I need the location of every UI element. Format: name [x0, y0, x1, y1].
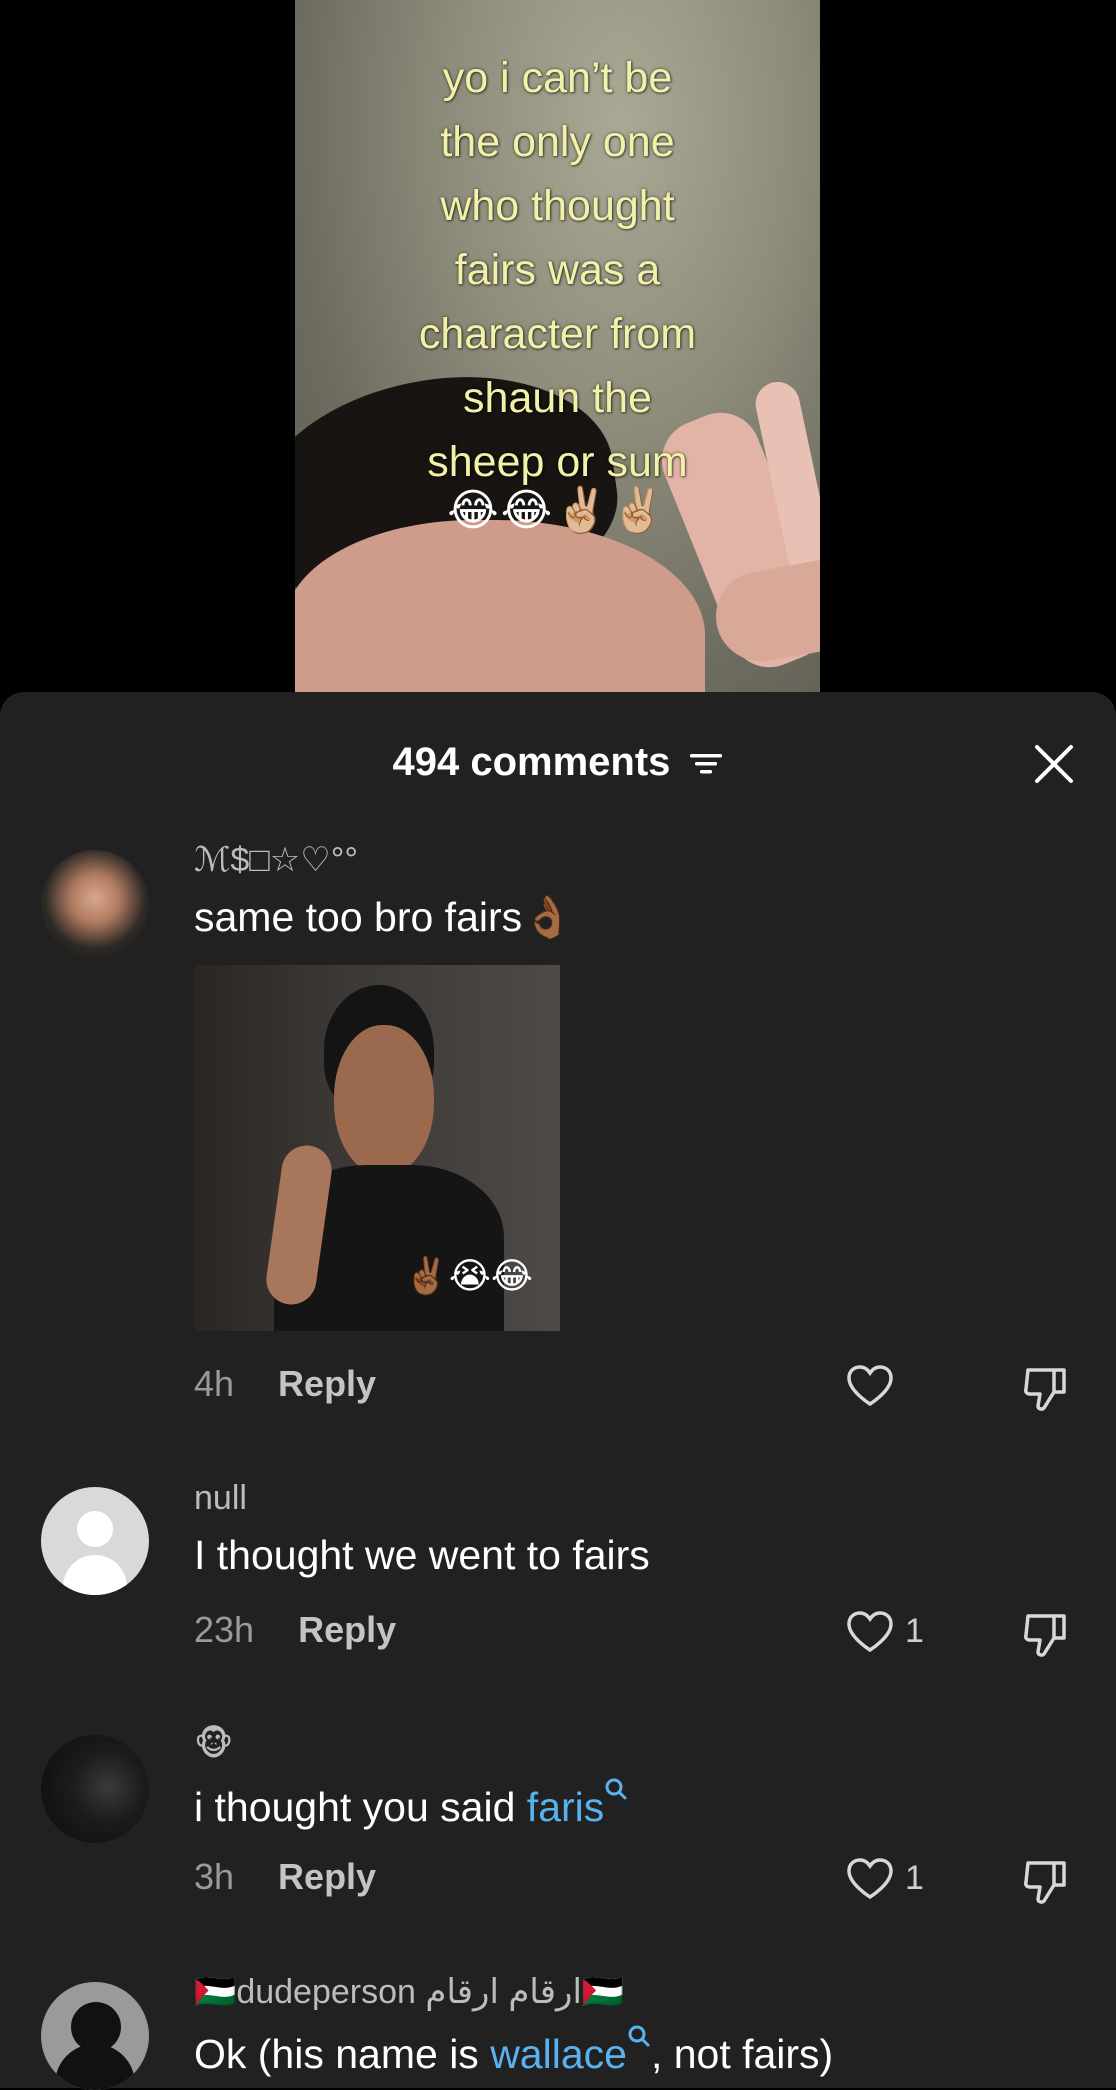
video-preview[interactable]: yo i can’t be the only one who thought f…	[295, 0, 820, 692]
comment-time: 3h	[194, 1856, 235, 1897]
reply-button[interactable]: Reply	[278, 1363, 376, 1404]
comment-text: same too bro fairs👌🏾	[194, 894, 574, 940]
comment-username[interactable]: 🐵	[194, 1724, 233, 1764]
dislike-icon[interactable]	[1020, 1362, 1072, 1414]
like-count: 1	[905, 1612, 924, 1650]
search-link[interactable]: faris	[527, 1784, 604, 1830]
like-count: 1	[905, 1859, 924, 1897]
like-button[interactable]: 1	[845, 1853, 965, 1903]
video-caption: yo i can’t be the only one who thought f…	[418, 54, 697, 486]
comment-time: 4h	[194, 1363, 235, 1404]
avatar-figure-body	[55, 2044, 135, 2090]
comment-time: 23h	[194, 1609, 255, 1650]
reply-button[interactable]: Reply	[298, 1609, 396, 1650]
search-link[interactable]: wallace	[490, 2031, 627, 2077]
comments-sheet: 494 comments ℳ$□☆♡°° same too bro fairs👌…	[0, 692, 1116, 2090]
comment-meta: 4h Reply	[194, 1362, 376, 1406]
avatar[interactable]	[41, 850, 149, 958]
gif-person-face	[334, 1025, 434, 1175]
reply-button[interactable]: Reply	[278, 1856, 376, 1897]
comment-meta: 23h Reply	[194, 1608, 396, 1652]
comment-text: Ok (his name is wallace , not fairs)	[194, 2024, 833, 2079]
avatar[interactable]	[41, 1487, 149, 1595]
close-icon[interactable]	[1032, 742, 1076, 786]
comments-header: 494 comments	[0, 732, 1116, 792]
comment-text-prefix: Ok (his name is	[194, 2031, 491, 2077]
default-avatar-body	[63, 1555, 127, 1595]
avatar[interactable]	[41, 1735, 149, 1843]
comment-text: I thought we went to fairs	[194, 1532, 650, 1578]
default-avatar-head	[77, 1511, 113, 1547]
comment-username[interactable]: null	[194, 1478, 247, 1518]
heart-icon	[847, 1858, 893, 1900]
dislike-icon[interactable]	[1020, 1608, 1072, 1660]
search-icon[interactable]	[627, 2024, 651, 2050]
video-caption-emoji: 😂😂✌🏼✌🏼	[447, 486, 668, 535]
comment-text-suffix: , not fairs)	[650, 2031, 834, 2077]
gif-emoji: ✌🏾😭😂	[404, 1255, 533, 1296]
comment-gif[interactable]: ✌🏾😭😂	[194, 965, 560, 1331]
like-button[interactable]: 1	[845, 1606, 965, 1656]
sort-icon[interactable]	[688, 749, 724, 779]
avatar[interactable]	[41, 1982, 149, 2090]
heart-icon	[847, 1611, 893, 1653]
comment-text: i thought you said faris	[194, 1777, 628, 1832]
like-button[interactable]	[845, 1360, 965, 1410]
comment-text-prefix: i thought you said	[194, 1784, 527, 1830]
comments-count[interactable]: 494 comments	[0, 732, 1116, 792]
comment-meta: 3h Reply	[194, 1855, 376, 1899]
heart-icon	[847, 1365, 893, 1407]
video-face	[295, 520, 705, 692]
comment-username[interactable]: 🇵🇸dudeperson ارقام ارقام🇵🇸	[194, 1972, 624, 2012]
comments-count-label: 494 comments	[392, 740, 671, 784]
search-icon[interactable]	[604, 1777, 628, 1803]
dislike-icon[interactable]	[1020, 1855, 1072, 1907]
comment-username[interactable]: ℳ$□☆♡°°	[194, 840, 358, 880]
